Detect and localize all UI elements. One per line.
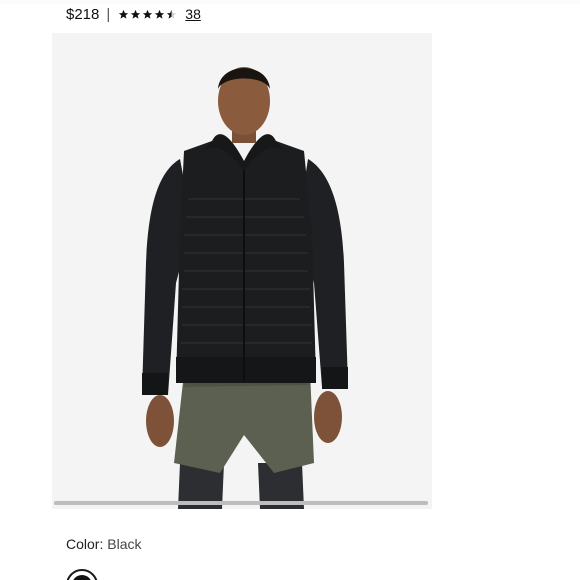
star-icon [131, 9, 141, 19]
star-icon [167, 9, 177, 19]
image-scrollbar[interactable] [54, 501, 428, 505]
rating-stars[interactable] [118, 9, 177, 20]
color-swatch-black[interactable] [66, 569, 98, 580]
color-label: Color: [66, 536, 104, 552]
color-value: Black [107, 536, 142, 552]
star-icon [143, 9, 153, 19]
star-icon [119, 9, 129, 19]
star-icon [155, 9, 165, 19]
model-jacket-illustration [52, 33, 432, 509]
price-separator: | [106, 5, 111, 23]
product-image[interactable] [52, 33, 432, 509]
price-rating-row: $218 | 38 [66, 4, 201, 24]
color-selection-row: Color: Black [66, 536, 141, 552]
review-count-link[interactable]: 38 [185, 6, 201, 22]
product-price: $218 [66, 5, 100, 23]
image-scrollbar-thumb[interactable] [54, 501, 428, 505]
swatch-fill [72, 575, 92, 580]
